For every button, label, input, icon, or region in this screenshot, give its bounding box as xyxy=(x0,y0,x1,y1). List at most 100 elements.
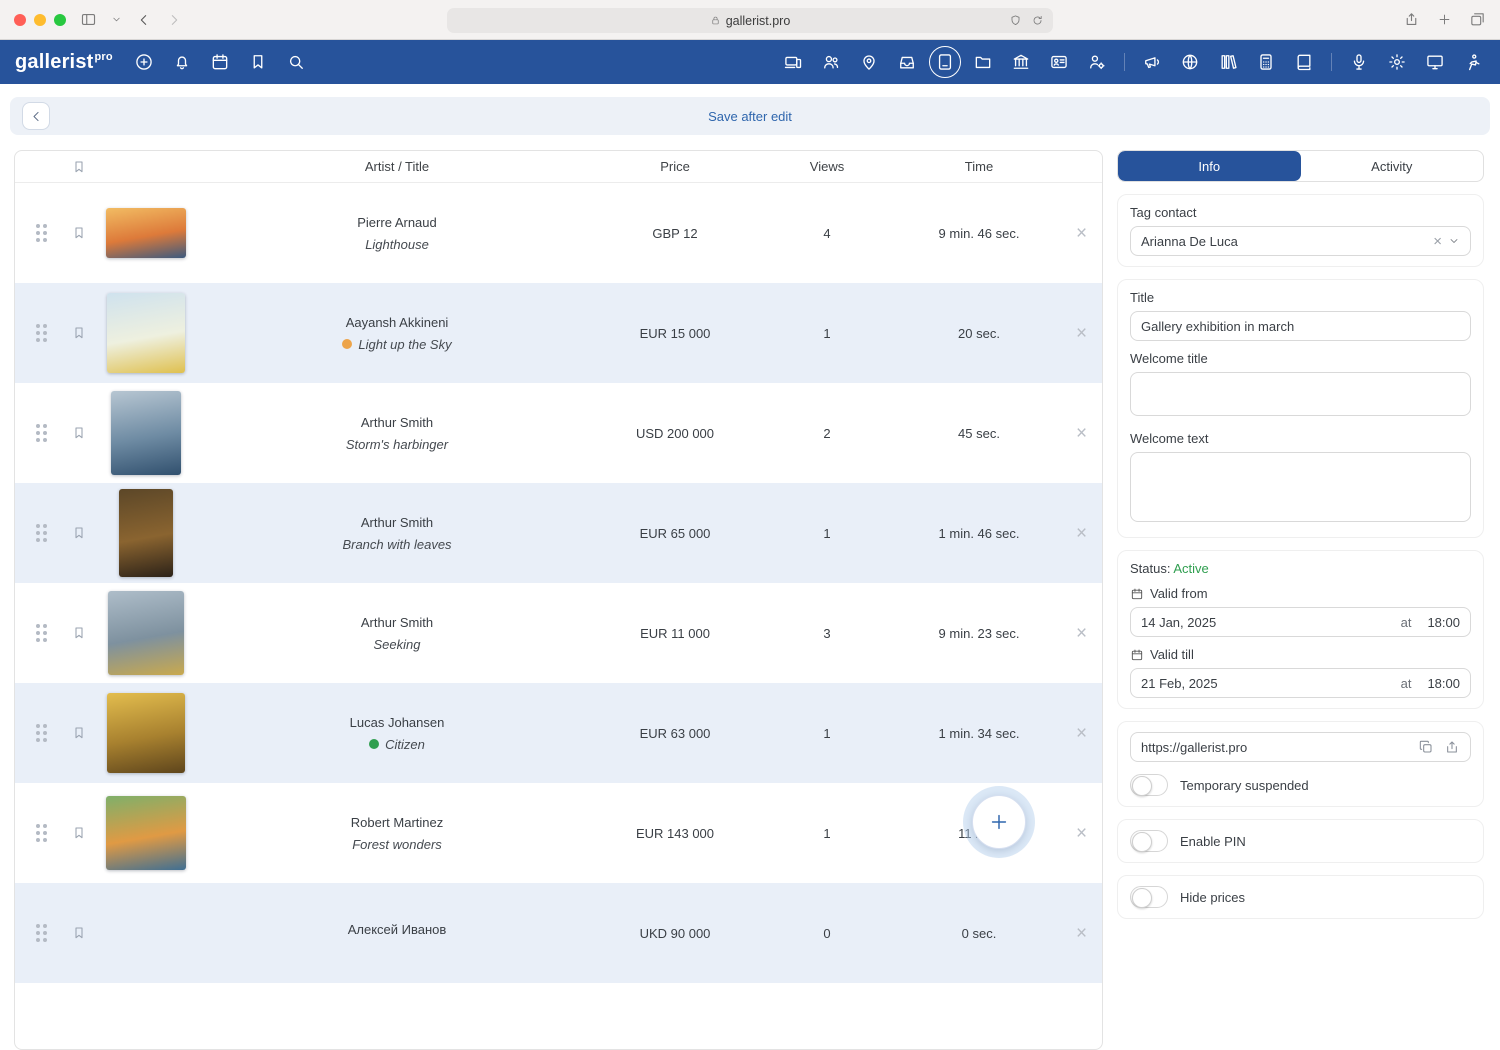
zoom-window-button[interactable] xyxy=(54,14,66,26)
save-after-edit-link[interactable]: Save after edit xyxy=(708,109,792,124)
close-window-button[interactable] xyxy=(14,14,26,26)
back-icon[interactable] xyxy=(136,12,152,28)
refresh-icon[interactable] xyxy=(1031,14,1044,27)
drag-handle-icon[interactable] xyxy=(36,724,47,742)
valid-till-time[interactable]: 18:00 xyxy=(1427,676,1460,691)
notifications-icon[interactable] xyxy=(165,45,199,79)
book-icon[interactable] xyxy=(1287,45,1321,79)
tab-activity[interactable]: Activity xyxy=(1301,151,1484,181)
assistant-icon[interactable] xyxy=(1456,45,1490,79)
chevron-down-icon[interactable] xyxy=(1448,235,1460,247)
add-artwork-button[interactable] xyxy=(972,795,1026,849)
bookmark-column-icon[interactable] xyxy=(71,159,87,175)
valid-from-time[interactable]: 18:00 xyxy=(1427,615,1460,630)
bookmark-icon[interactable] xyxy=(71,925,87,941)
table-row[interactable]: Arthur Smith Storm's harbinger USD 200 0… xyxy=(15,383,1102,483)
bookmark-icon[interactable] xyxy=(71,425,87,441)
table-row[interactable]: Lucas Johansen Citizen EUR 63 000 1 1 mi… xyxy=(15,683,1102,783)
hide-prices-toggle[interactable] xyxy=(1130,886,1168,908)
artwork-thumbnail[interactable] xyxy=(111,391,181,475)
bookmark-icon[interactable] xyxy=(71,325,87,341)
privacy-icon[interactable] xyxy=(1009,14,1022,27)
bookmarks-icon[interactable] xyxy=(241,45,275,79)
artwork-thumbnail[interactable] xyxy=(107,293,185,373)
tab-info[interactable]: Info xyxy=(1118,151,1301,181)
bookmark-icon[interactable] xyxy=(71,625,87,641)
valid-from-date[interactable]: 14 Jan, 2025 xyxy=(1141,615,1216,630)
drag-handle-icon[interactable] xyxy=(36,424,47,442)
drag-handle-icon[interactable] xyxy=(36,324,47,342)
remove-row-icon[interactable]: × xyxy=(1076,424,1087,443)
remove-row-icon[interactable]: × xyxy=(1076,824,1087,843)
remove-row-icon[interactable]: × xyxy=(1076,224,1087,243)
back-button[interactable] xyxy=(22,102,50,130)
user-settings-icon[interactable] xyxy=(1080,45,1114,79)
inbox-icon[interactable] xyxy=(890,45,924,79)
artwork-thumbnail[interactable] xyxy=(108,591,184,675)
calculator-icon[interactable] xyxy=(1249,45,1283,79)
drag-handle-icon[interactable] xyxy=(36,624,47,642)
valid-till-input[interactable]: 21 Feb, 2025 at 18:00 xyxy=(1130,668,1471,698)
share-icon[interactable] xyxy=(1403,11,1420,28)
forward-icon[interactable] xyxy=(166,12,182,28)
remove-row-icon[interactable]: × xyxy=(1076,624,1087,643)
show-tabs-icon[interactable] xyxy=(1469,11,1486,28)
users-icon[interactable] xyxy=(814,45,848,79)
artwork-thumbnail[interactable] xyxy=(106,796,186,870)
bookmark-icon[interactable] xyxy=(71,725,87,741)
new-tab-icon[interactable] xyxy=(1437,11,1452,28)
remove-row-icon[interactable]: × xyxy=(1076,724,1087,743)
mic-icon[interactable] xyxy=(1342,45,1376,79)
temporary-suspended-toggle[interactable] xyxy=(1130,774,1168,796)
table-row[interactable]: Arthur Smith Seeking EUR 11 000 3 9 min.… xyxy=(15,583,1102,683)
remove-row-icon[interactable]: × xyxy=(1076,924,1087,943)
settings-icon[interactable] xyxy=(1380,45,1414,79)
contacts-icon[interactable] xyxy=(1042,45,1076,79)
drag-handle-icon[interactable] xyxy=(36,924,47,942)
share-link-icon[interactable] xyxy=(1444,739,1460,755)
display-icon[interactable] xyxy=(1418,45,1452,79)
table-row[interactable]: Aayansh Akkineni Light up the Sky EUR 15… xyxy=(15,283,1102,383)
table-row[interactable]: Алексей Иванов UKD 90 000 0 0 sec. × xyxy=(15,883,1102,983)
location-icon[interactable] xyxy=(852,45,886,79)
search-icon[interactable] xyxy=(279,45,313,79)
enable-pin-toggle[interactable] xyxy=(1130,830,1168,852)
valid-till-date[interactable]: 21 Feb, 2025 xyxy=(1141,676,1218,691)
welcome-text-input[interactable] xyxy=(1130,452,1471,522)
bookmark-icon[interactable] xyxy=(71,825,87,841)
drag-handle-icon[interactable] xyxy=(36,824,47,842)
share-url-field[interactable]: https://gallerist.pro xyxy=(1130,732,1471,762)
artwork-thumbnail[interactable] xyxy=(119,489,173,577)
table-row[interactable]: Arthur Smith Branch with leaves EUR 65 0… xyxy=(15,483,1102,583)
exhibitions-icon[interactable] xyxy=(929,46,961,78)
address-bar[interactable]: gallerist.pro xyxy=(447,8,1053,33)
title-input[interactable] xyxy=(1130,311,1471,341)
globe-icon[interactable] xyxy=(1173,45,1207,79)
valid-from-input[interactable]: 14 Jan, 2025 at 18:00 xyxy=(1130,607,1471,637)
remove-row-icon[interactable]: × xyxy=(1076,524,1087,543)
megaphone-icon[interactable] xyxy=(1135,45,1169,79)
folder-icon[interactable] xyxy=(966,45,1000,79)
remove-row-icon[interactable]: × xyxy=(1076,324,1087,343)
welcome-title-input[interactable] xyxy=(1130,372,1471,416)
artwork-thumbnail[interactable] xyxy=(106,208,186,258)
minimize-window-button[interactable] xyxy=(34,14,46,26)
tag-contact-select[interactable]: Arianna De Luca × xyxy=(1130,226,1471,256)
calendar-icon[interactable] xyxy=(203,45,237,79)
artwork-thumbnail[interactable] xyxy=(107,693,185,773)
museum-icon[interactable] xyxy=(1004,45,1038,79)
add-icon[interactable] xyxy=(127,45,161,79)
app-logo[interactable]: galleristpro xyxy=(15,51,113,74)
copy-icon[interactable] xyxy=(1418,739,1434,755)
sidebar-toggle-icon[interactable] xyxy=(80,11,97,28)
tab-group-chevron-icon[interactable] xyxy=(111,14,122,25)
bookmark-icon[interactable] xyxy=(71,225,87,241)
devices-icon[interactable] xyxy=(776,45,810,79)
bookmark-icon[interactable] xyxy=(71,525,87,541)
table-row[interactable]: Robert Martinez Forest wonders EUR 143 0… xyxy=(15,783,1102,883)
drag-handle-icon[interactable] xyxy=(36,524,47,542)
table-row[interactable]: Pierre Arnaud Lighthouse GBP 12 4 9 min.… xyxy=(15,183,1102,283)
library-icon[interactable] xyxy=(1211,45,1245,79)
clear-tag-icon[interactable]: × xyxy=(1427,233,1448,250)
drag-handle-icon[interactable] xyxy=(36,224,47,242)
